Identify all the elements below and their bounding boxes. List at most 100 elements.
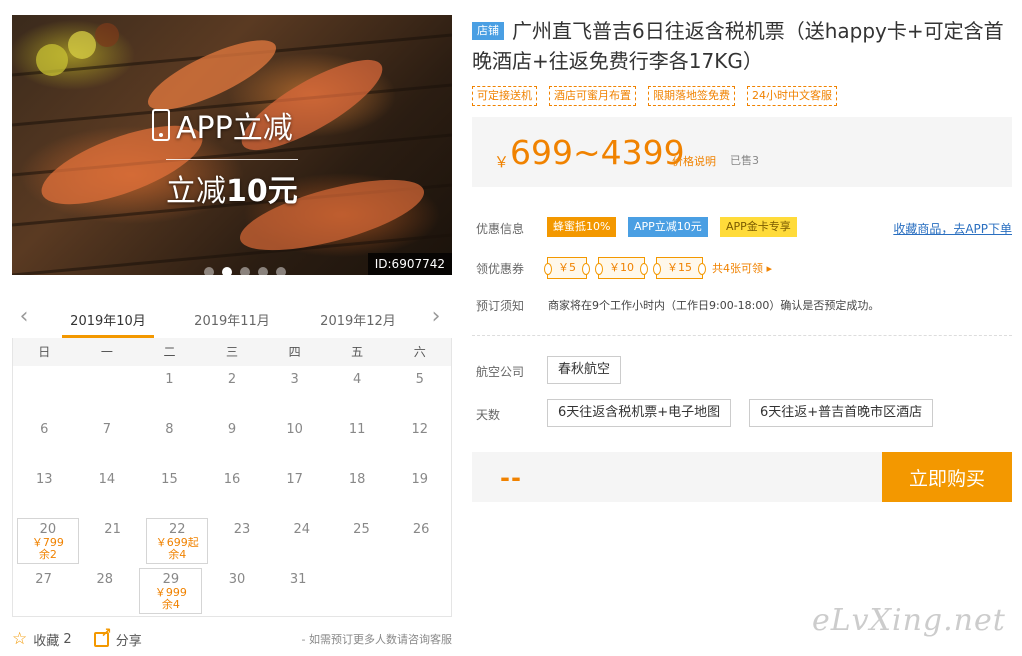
- day-number: 31: [289, 572, 307, 587]
- calendar-day: 3: [263, 366, 326, 416]
- calendar-day: 15: [138, 466, 201, 516]
- calendar-week-row: 20 ￥799 余2 21 22 ￥699起 余4 23 24 25 26: [13, 516, 451, 566]
- discount-pill-honey: 蜂蜜抵10%: [547, 217, 617, 237]
- day-number: 16: [223, 472, 241, 487]
- calendar-day: [13, 366, 76, 416]
- product-image-carousel[interactable]: APP立减 立减10元 ID:6907742: [12, 15, 452, 275]
- calendar-day: 23: [212, 516, 272, 566]
- section-divider: [472, 335, 1012, 336]
- days-option-ticket-hotel[interactable]: 6天往返+普吉首晚市区酒店: [749, 399, 934, 427]
- calendar-day-available[interactable]: 29 ￥999 余4: [139, 568, 203, 614]
- day-number: 10: [286, 422, 303, 437]
- calendar-day: 17: [263, 466, 326, 516]
- calendar-day: 19: [388, 466, 451, 516]
- day-number: 29: [162, 572, 180, 587]
- airline-option-spring[interactable]: 春秋航空: [547, 356, 622, 384]
- phone-icon: [152, 109, 170, 141]
- day-number: 19: [411, 472, 429, 487]
- calendar-day: 16: [201, 466, 264, 516]
- carousel-dots[interactable]: [204, 267, 286, 275]
- favorite-button[interactable]: ☆ 收藏 2: [12, 629, 72, 649]
- calendar-day: 31: [268, 566, 329, 616]
- price-range: 699~4399: [510, 133, 685, 172]
- booking-notice-text: 商家将在9个工作小时内（工作日9:00-18:00）确认是否预定成功。: [548, 299, 880, 312]
- calendar-week-row: 13 14 15 16 17 18 19: [13, 466, 451, 516]
- calendar-grid: 日一二三四五六 1 2 3 4 5 6 7 8 9 10 11 12 13 14 15 16 17 18 19 20 ￥…: [12, 338, 452, 617]
- day-number: 6: [40, 422, 49, 437]
- calendar-day-available[interactable]: 20 ￥799 余2: [17, 518, 79, 564]
- day-number: 3: [290, 372, 299, 387]
- calendar-day: 25: [332, 516, 392, 566]
- calendar-day: 13: [13, 466, 76, 516]
- tab-month-nov[interactable]: 2019年11月: [186, 310, 278, 329]
- calendar-day: 14: [76, 466, 139, 516]
- weekday-label: 二: [163, 345, 176, 359]
- favorite-app-link[interactable]: 收藏商品，去APP下单: [893, 220, 1012, 237]
- product-id-tag: ID:6907742: [367, 253, 452, 275]
- coupon-5[interactable]: ￥5: [544, 257, 590, 279]
- days-option-ticket-map[interactable]: 6天往返含税机票+电子地图: [547, 399, 732, 427]
- sold-count: 已售3: [730, 154, 759, 167]
- site-watermark: eLvXing.net: [812, 603, 1006, 638]
- carousel-dot[interactable]: [240, 267, 250, 275]
- calendar-day: [76, 366, 139, 416]
- selected-price: --: [500, 464, 522, 492]
- day-number: 14: [98, 472, 116, 487]
- share-button[interactable]: 分享: [93, 626, 142, 649]
- promo-subtitle: 立减10元: [166, 159, 298, 210]
- calendar-day: 11: [326, 416, 389, 466]
- calendar-weekday-header: 日一二三四五六: [13, 338, 451, 366]
- calendar-day: 6: [13, 416, 76, 466]
- day-number: 25: [353, 522, 370, 537]
- calendar-day: 12: [388, 416, 451, 466]
- day-number: 28: [96, 572, 113, 587]
- calendar-day: 27: [13, 566, 74, 616]
- day-number: 22: [169, 522, 186, 537]
- calendar-month-nav: ‹ 2019年10月 2019年11月 2019年12月 ›: [12, 300, 452, 338]
- more-coupons-link[interactable]: 共4张可领 ▸: [712, 260, 772, 276]
- calendar-day: 9: [201, 416, 264, 466]
- calendar-day: 1: [138, 366, 201, 416]
- day-number: 5: [415, 372, 424, 387]
- tab-month-dec[interactable]: 2019年12月: [312, 310, 404, 329]
- buy-now-button[interactable]: 立即购买: [882, 452, 1012, 502]
- calendar-day: 10: [263, 416, 326, 466]
- discount-label: 优惠信息: [476, 222, 525, 236]
- service-tag: 可定接送机: [472, 86, 537, 106]
- day-number: 8: [165, 422, 174, 437]
- day-number: 2: [227, 372, 237, 387]
- day-number: 20: [39, 522, 57, 537]
- app-promo-overlay: APP立减 立减10元: [152, 103, 298, 210]
- calendar-day-available[interactable]: 22 ￥699起 余4: [146, 518, 209, 564]
- coupon-label: 领优惠券: [476, 262, 525, 276]
- tab-month-oct[interactable]: 2019年10月: [62, 310, 154, 338]
- day-number: 27: [35, 572, 52, 587]
- store-badge: 店铺: [472, 22, 504, 40]
- coupon-10[interactable]: ￥10: [595, 257, 648, 279]
- carousel-dot[interactable]: [222, 267, 232, 275]
- calendar-day: 28: [74, 566, 135, 616]
- day-number: 1: [165, 372, 174, 387]
- coupon-15[interactable]: ￥15: [653, 257, 706, 279]
- calendar-day: 8: [138, 416, 201, 466]
- day-number: 18: [348, 472, 366, 487]
- calendar-day: [390, 566, 451, 616]
- carousel-dot[interactable]: [276, 267, 286, 275]
- carousel-dot[interactable]: [204, 267, 214, 275]
- next-month-icon[interactable]: ›: [426, 306, 446, 328]
- day-number: 9: [227, 422, 237, 437]
- day-number: 11: [348, 422, 366, 437]
- calendar-day: 24: [272, 516, 332, 566]
- day-number: 15: [161, 472, 178, 487]
- weekday-label: 四: [288, 345, 301, 359]
- prev-month-icon[interactable]: ‹: [14, 306, 34, 328]
- promo-title: APP立减: [176, 111, 293, 146]
- calendar-day: 18: [326, 466, 389, 516]
- weekday-label: 日: [38, 345, 51, 359]
- price-explain-link[interactable]: 价格说明: [672, 153, 716, 169]
- calendar-day: 2: [201, 366, 264, 416]
- service-tag: 24小时中文客服: [747, 86, 837, 106]
- carousel-dot[interactable]: [258, 267, 268, 275]
- calendar-week-row: 6 7 8 9 10 11 12: [13, 416, 451, 466]
- purchase-bar: -- 立即购买: [472, 452, 1012, 502]
